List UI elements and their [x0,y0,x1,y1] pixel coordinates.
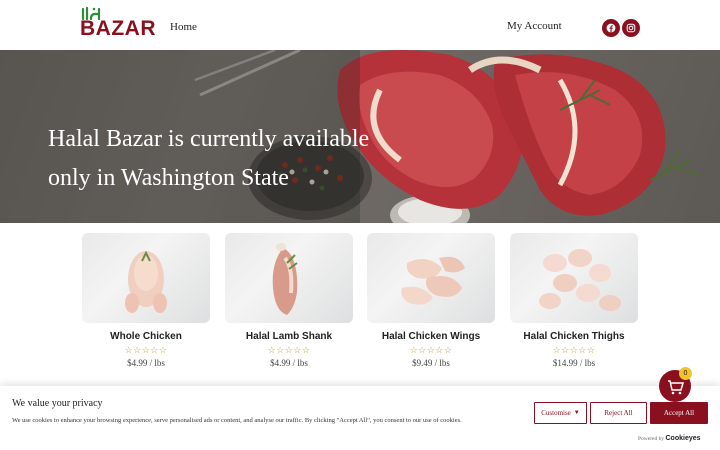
customise-button[interactable]: Customise ▼ [534,402,587,424]
whole-chicken-image [125,250,167,313]
hero-title: Halal Bazar is currently available only … [48,126,370,191]
site-logo[interactable]: BAZAR [80,6,156,40]
chicken-thighs-image [539,249,621,311]
nav-home-link[interactable]: Home [170,21,197,33]
reject-all-button[interactable]: Reject All [590,402,647,424]
product-image[interactable] [225,233,353,323]
product-name[interactable]: Halal Lamb Shank [225,331,353,342]
product-grid: Whole Chicken ☆☆☆☆☆ $4.99 / lbs Halal La… [0,223,720,388]
powered-by: Powered by Cookieyes [638,435,701,442]
cart-count-badge: 0 [679,367,692,380]
product-card[interactable]: Halal Chicken Thighs ☆☆☆☆☆ $14.99 / lbs [510,233,638,368]
product-name[interactable]: Halal Chicken Thighs [510,331,638,342]
product-price: $4.99 / lbs [127,358,165,368]
chevron-down-icon: ▼ [573,410,580,416]
rating-stars: ☆☆☆☆☆ [409,345,453,355]
product-image[interactable] [510,233,638,323]
product-price: $14.99 / lbs [552,358,596,368]
customise-label: Customise [541,409,571,417]
rating-stars: ☆☆☆☆☆ [124,345,168,355]
lamb-shank-image [272,243,298,315]
product-price: $4.99 / lbs [270,358,308,368]
product-name[interactable]: Whole Chicken [82,331,210,342]
hero-banner: Halal Bazar is currently available only … [0,50,720,223]
product-card[interactable]: Whole Chicken ☆☆☆☆☆ $4.99 / lbs [82,233,210,368]
cookie-consent-banner: We value your privacy We use cookies to … [0,386,720,450]
product-image[interactable] [82,233,210,323]
product-name[interactable]: Halal Chicken Wings [367,331,495,342]
accept-all-button[interactable]: Accept All [650,402,708,424]
product-card[interactable]: Halal Chicken Wings ☆☆☆☆☆ $9.49 / lbs [367,233,495,368]
nav-my-account-link[interactable]: My Account [507,20,562,32]
cookieyes-logo[interactable]: Cookieyes [666,435,701,442]
rating-stars: ☆☆☆☆☆ [552,345,596,355]
product-image[interactable] [367,233,495,323]
product-price: $9.49 / lbs [412,358,450,368]
chicken-wings-image [401,256,465,305]
cookie-title: We value your privacy [12,398,103,409]
product-card[interactable]: Halal Lamb Shank ☆☆☆☆☆ $4.99 / lbs [225,233,353,368]
instagram-icon [626,23,636,33]
instagram-button[interactable] [622,19,640,37]
powered-by-label: Powered by [638,436,665,442]
facebook-icon [606,23,616,33]
facebook-button[interactable] [602,19,620,37]
logo-text: BAZAR [80,17,156,40]
rating-stars: ☆☆☆☆☆ [267,345,311,355]
cookie-description: We use cookies to enhance your browsing … [12,417,462,424]
site-header: BAZAR Home My Account [0,0,720,50]
